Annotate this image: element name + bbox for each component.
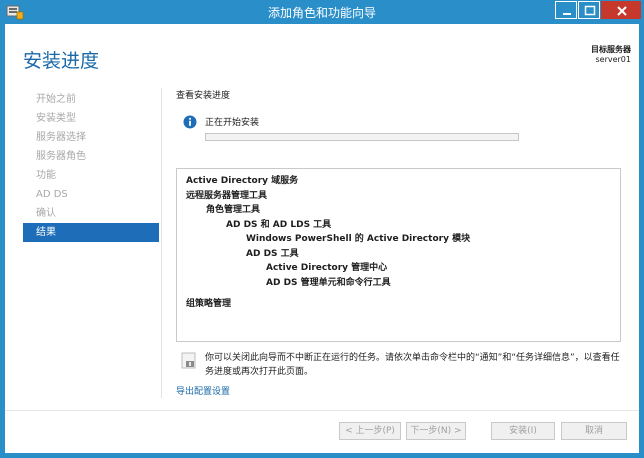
result-item: Active Directory 管理中心: [266, 263, 388, 273]
nav-item-ad-ds: AD DS: [36, 189, 68, 200]
note-text: 你可以关闭此向导而不中断正在运行的任务。请依次单击命令栏中的“通知”和“任务详细…: [205, 353, 620, 377]
nav-item-features: 功能: [36, 170, 56, 181]
wizard-nav: 开始之前 安装类型 服务器选择 服务器角色 功能 AD DS 确认 结果: [23, 90, 159, 242]
result-item: AD DS 和 AD LDS 工具: [226, 220, 332, 230]
nav-item-server-roles: 服务器角色: [36, 151, 86, 162]
install-button[interactable]: 安装(I): [491, 422, 555, 440]
result-item: 组策略管理: [186, 299, 232, 309]
target-server-label: 目标服务器: [591, 45, 631, 54]
cancel-button[interactable]: 取消: [561, 422, 627, 440]
wizard-window: 添加角色和功能向导 安装进度 目标服务器 server01 开始之前 安装类型 …: [0, 0, 644, 458]
window-title: 添加角色和功能向导: [267, 6, 376, 20]
result-item: AD DS 管理单元和命令行工具: [266, 278, 391, 288]
target-server-value: server01: [595, 55, 631, 64]
maximize-button[interactable]: [578, 1, 600, 19]
section-label: 查看安装进度: [176, 91, 231, 101]
wizard-content: 安装进度 目标服务器 server01 开始之前 安装类型 服务器选择 服务器角…: [5, 24, 639, 453]
nav-item-confirmation: 确认: [36, 208, 56, 219]
result-item: Active Directory 域服务: [186, 176, 299, 186]
flag-icon: [180, 352, 197, 369]
install-progress-bar: [205, 133, 519, 141]
footer-divider: [5, 410, 639, 411]
nav-divider: [161, 88, 162, 398]
title-bar[interactable]: 添加角色和功能向导: [0, 0, 644, 24]
page-title: 安装进度: [23, 50, 100, 72]
close-button[interactable]: [601, 1, 641, 19]
nav-item-results[interactable]: 结果: [23, 223, 159, 242]
info-icon: [183, 115, 197, 129]
nav-item-installation-type: 安装类型: [36, 113, 76, 124]
nav-item-server-selection: 服务器选择: [36, 132, 86, 143]
minimize-button[interactable]: [555, 1, 577, 19]
next-button[interactable]: 下一步(N) >: [406, 422, 466, 440]
install-status-text: 正在开始安装: [205, 118, 260, 128]
previous-button[interactable]: < 上一步(P): [339, 422, 401, 440]
result-item: Windows PowerShell 的 Active Directory 模块: [246, 234, 471, 244]
result-item: 远程服务器管理工具: [186, 191, 268, 201]
install-results-list[interactable]: Active Directory 域服务 远程服务器管理工具 角色管理工具 AD…: [176, 168, 621, 342]
nav-item-before-you-begin: 开始之前: [36, 94, 76, 105]
result-item: 角色管理工具: [206, 205, 261, 215]
result-item: AD DS 工具: [246, 249, 299, 259]
export-settings-link[interactable]: 导出配置设置: [176, 384, 230, 397]
